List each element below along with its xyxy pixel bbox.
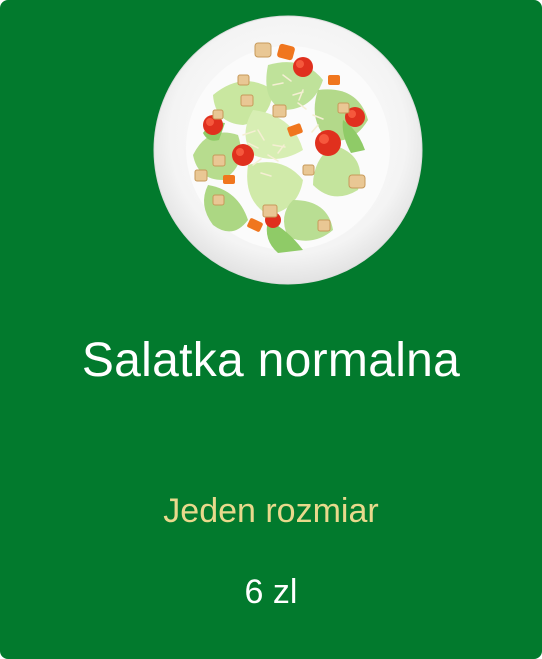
salad-bowl-image: [153, 15, 423, 285]
product-card[interactable]: Salatka normalna Jeden rozmiar 6 zl: [0, 0, 542, 659]
size-option-label: Jeden rozmiar: [163, 492, 379, 530]
product-title: Salatka normalna: [81, 334, 461, 387]
price-label: 6 zl: [244, 573, 298, 611]
